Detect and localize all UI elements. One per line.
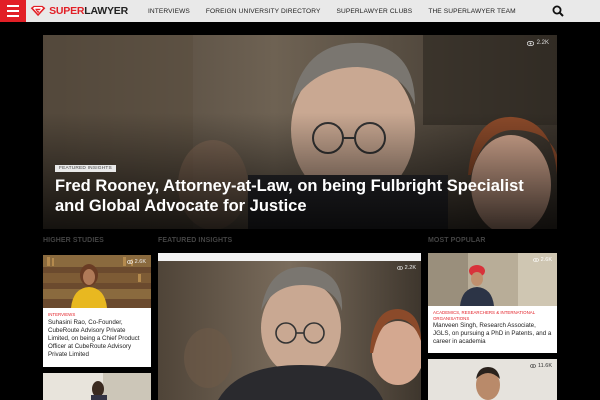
eye-icon bbox=[532, 258, 539, 262]
card-view-count: 2.2K bbox=[396, 265, 416, 271]
article-title[interactable]: Manveen Singh, Research Associate, JGLS,… bbox=[428, 322, 557, 347]
article-title[interactable]: Suhasini Rao, Co-Founder, CubeRoute Advi… bbox=[43, 319, 151, 360]
hero-view-count: 2.2K bbox=[526, 40, 549, 46]
featured-insight-card[interactable]: 2.2K bbox=[158, 253, 421, 400]
card-views-value: 2.2K bbox=[404, 265, 416, 271]
search-icon[interactable] bbox=[552, 5, 564, 17]
hero-featured-article[interactable]: 2.2K FEATURED INSIGHTS Fred Rooney, Atto… bbox=[43, 35, 557, 229]
hero-title[interactable]: Fred Rooney, Attorney-at-Law, on being F… bbox=[55, 176, 525, 216]
article-card-suhasini-rao[interactable]: 2.6K INTERVIEWS Suhasini Rao, Co-Founder… bbox=[43, 255, 151, 367]
menu-hamburger-button[interactable] bbox=[0, 0, 26, 22]
nav-item-superlawyer-clubs[interactable]: SUPERLAWYER CLUBS bbox=[328, 8, 420, 15]
card-views-value: 2.6K bbox=[540, 257, 552, 263]
logo-text: SUPERLAWYER bbox=[49, 5, 128, 17]
eye-icon bbox=[526, 40, 534, 46]
card-view-count: 11.6K bbox=[530, 363, 552, 369]
superman-shield-icon bbox=[30, 5, 46, 17]
menu-line bbox=[7, 5, 19, 7]
article-category[interactable]: INTERVIEWS bbox=[43, 312, 151, 318]
hero-views-value: 2.2K bbox=[536, 40, 549, 46]
article-thumbnail: 2.6K bbox=[43, 255, 151, 308]
article-card-partial[interactable] bbox=[43, 373, 151, 400]
card-view-count: 2.6K bbox=[532, 257, 552, 263]
section-heading-featured-insights[interactable]: FEATURED INSIGHTS bbox=[158, 237, 232, 244]
article-card-manveen-singh[interactable]: 2.6K ACADEMICS, RESEARCHERS & INTERNATIO… bbox=[428, 253, 557, 353]
section-heading-most-popular[interactable]: MOST POPULAR bbox=[428, 237, 486, 244]
menu-line bbox=[7, 10, 19, 12]
hero-category-tag[interactable]: FEATURED INSIGHTS bbox=[55, 165, 116, 172]
thumbnail-photo bbox=[43, 373, 151, 400]
article-card-partial-popular[interactable]: 11.6K bbox=[428, 359, 557, 400]
featured-photo bbox=[158, 253, 421, 400]
article-category[interactable]: ACADEMICS, RESEARCHERS & INTERNATIONAL O… bbox=[428, 310, 557, 321]
nav-item-interviews[interactable]: INTERVIEWS bbox=[140, 8, 198, 15]
eye-icon bbox=[396, 266, 403, 270]
eye-icon bbox=[530, 364, 536, 368]
section-heading-higher-studies[interactable]: HIGHER STUDIES bbox=[43, 237, 104, 244]
card-views-value: 11.6K bbox=[538, 363, 552, 369]
nav-item-superlawyer-team[interactable]: THE SUPERLAWYER TEAM bbox=[420, 8, 523, 15]
menu-line bbox=[7, 15, 19, 17]
card-view-count: 2.6K bbox=[126, 259, 146, 265]
site-logo[interactable]: SUPERLAWYER bbox=[30, 4, 128, 18]
card-views-value: 2.6K bbox=[134, 259, 146, 265]
main-nav: INTERVIEWS FOREIGN UNIVERSITY DIRECTORY … bbox=[140, 8, 524, 15]
nav-item-foreign-university-directory[interactable]: FOREIGN UNIVERSITY DIRECTORY bbox=[198, 8, 329, 15]
eye-icon bbox=[126, 260, 133, 264]
article-thumbnail: 2.6K bbox=[428, 253, 557, 306]
top-navbar: SUPERLAWYER INTERVIEWS FOREIGN UNIVERSIT… bbox=[0, 0, 600, 22]
